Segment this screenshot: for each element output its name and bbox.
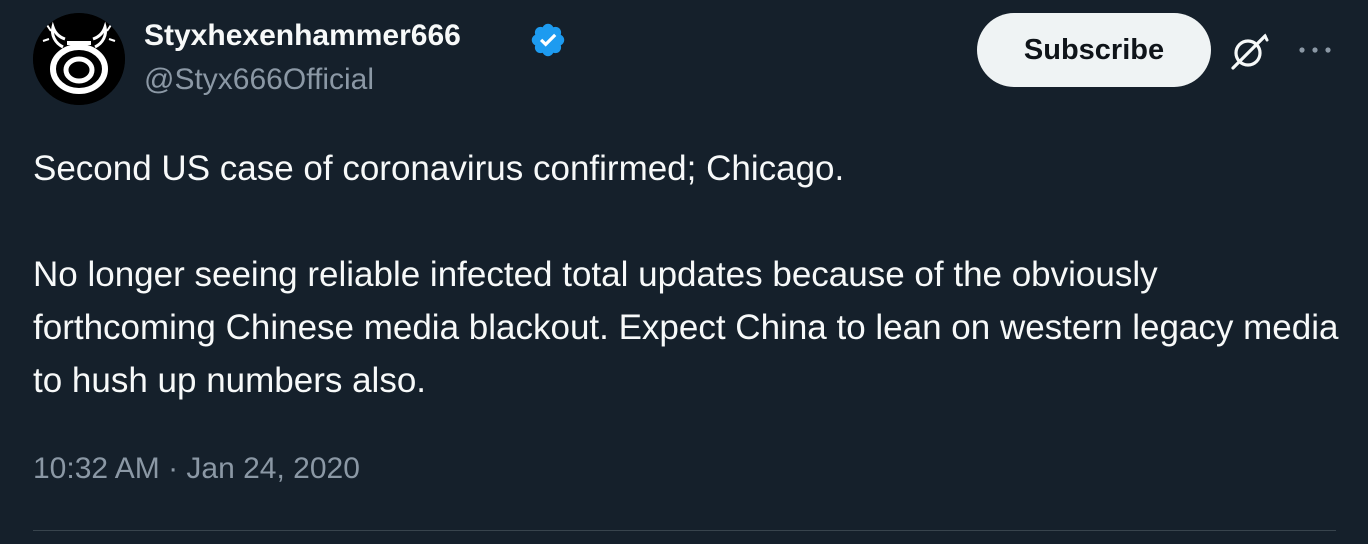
author-display-name[interactable]: Styxhexenhammer666 [144, 18, 461, 54]
divider [33, 530, 1336, 531]
more-icon[interactable] [1296, 40, 1334, 60]
author-handle[interactable]: @Styx666Official [144, 62, 374, 98]
tweet-timestamp[interactable]: 10:32 AM · Jan 24, 2020 [33, 450, 360, 488]
tweet-text: Second US case of coronavirus confirmed;… [33, 142, 1343, 407]
verified-badge-icon[interactable] [529, 21, 567, 59]
tweet-paragraph: Second US case of coronavirus confirmed;… [33, 149, 845, 188]
tweet-paragraph: No longer seeing reliable infected total… [33, 255, 1339, 400]
avatar[interactable] [33, 13, 125, 105]
subscribe-button[interactable]: Subscribe [977, 13, 1211, 87]
grok-icon[interactable] [1227, 30, 1271, 74]
horned-omega-logo-icon [33, 13, 125, 105]
